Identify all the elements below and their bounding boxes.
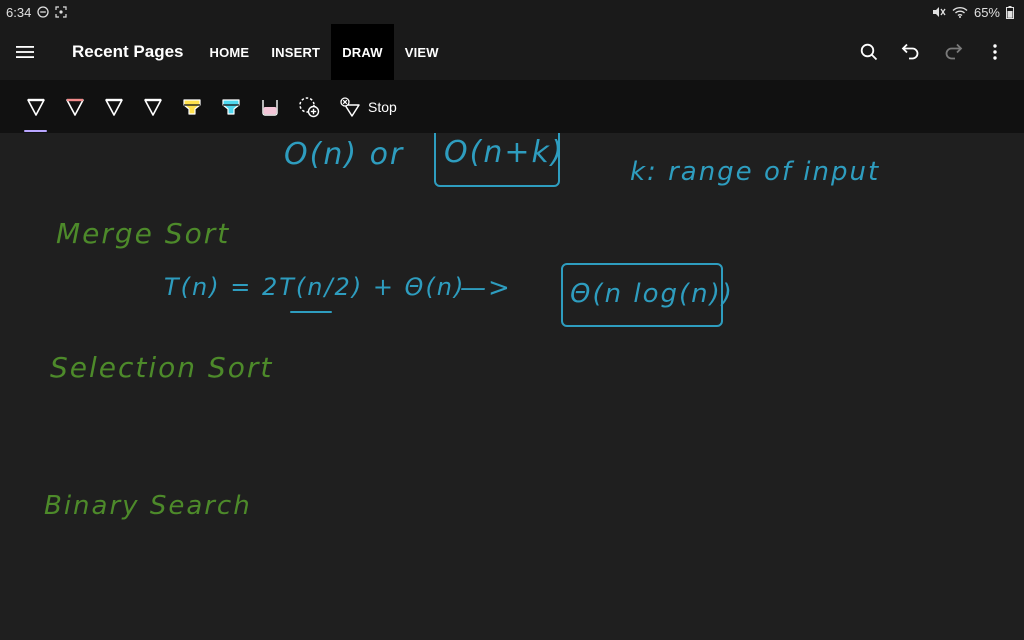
tab-draw[interactable]: DRAW xyxy=(331,24,394,80)
tool-highlighter-pink[interactable] xyxy=(250,80,289,133)
status-left: 6:34 xyxy=(6,5,67,20)
ink-binary-search: Binary Search xyxy=(44,491,252,521)
draw-toolbar: Stop xyxy=(0,80,1024,133)
mute-icon xyxy=(932,6,946,18)
search-button[interactable] xyxy=(848,24,890,80)
tab-view[interactable]: VIEW xyxy=(394,24,450,80)
tool-highlighter-cyan[interactable] xyxy=(211,80,250,133)
pen-icon xyxy=(65,98,84,116)
ink-recurrence: T(n) = 2T(n/2) + Θ(n) xyxy=(164,273,466,301)
battery-percent: 65% xyxy=(973,4,1000,20)
tool-pen-white-2[interactable] xyxy=(94,80,133,133)
hamburger-icon xyxy=(16,46,34,58)
screen-record-icon xyxy=(55,6,67,18)
menu-button[interactable] xyxy=(0,24,50,80)
tab-home[interactable]: HOME xyxy=(199,24,261,80)
ink-merge-sort: Merge Sort xyxy=(56,217,231,250)
search-icon xyxy=(860,43,878,61)
tool-pen-red[interactable] xyxy=(55,80,94,133)
dnd-icon xyxy=(37,6,49,18)
note-canvas[interactable]: O(n) or O(n+k) k: range of input Merge S… xyxy=(0,133,1024,640)
tab-insert[interactable]: INSERT xyxy=(260,24,331,80)
ink-order-n-plus-k: O(n+k) xyxy=(444,135,565,170)
app-header: Recent Pages HOME INSERT DRAW VIEW xyxy=(0,24,1024,80)
lasso-add-icon xyxy=(298,96,319,117)
ink-selection-sort: Selection Sort xyxy=(50,351,274,384)
status-bar: 6:34 65% xyxy=(0,0,1024,24)
status-right: 65% xyxy=(932,5,1014,20)
pen-icon xyxy=(104,98,123,116)
highlighter-icon xyxy=(221,98,240,115)
undo-icon xyxy=(901,43,919,60)
tool-lasso-add[interactable] xyxy=(289,80,328,133)
more-options-button[interactable] xyxy=(974,24,1016,80)
stop-label: Stop xyxy=(368,98,397,115)
stop-pen-icon xyxy=(340,96,360,117)
pen-icon xyxy=(143,98,162,116)
ink-order-n-or: O(n) or xyxy=(284,137,405,172)
redo-button[interactable] xyxy=(932,24,974,80)
wifi-icon xyxy=(952,6,968,18)
ink-arrow: —> xyxy=(460,273,512,303)
status-time: 6:34 xyxy=(6,4,32,20)
battery-icon xyxy=(1006,5,1014,19)
tool-highlighter-yellow[interactable] xyxy=(172,80,211,133)
page-title[interactable]: Recent Pages xyxy=(72,42,184,62)
ink-k-range-of-input: k: range of input xyxy=(630,157,881,187)
redo-icon xyxy=(945,43,963,60)
stop-button[interactable]: Stop xyxy=(340,80,397,133)
highlighter-icon xyxy=(182,98,201,115)
more-vert-icon xyxy=(993,44,997,60)
header-actions xyxy=(848,24,1024,80)
tool-pen-white-3[interactable] xyxy=(133,80,172,133)
pen-icon xyxy=(26,98,45,116)
undo-button[interactable] xyxy=(890,24,932,80)
ink-theta-n-log-n: Θ(n log(n)) xyxy=(570,279,734,309)
ink-underline-n-over-2 xyxy=(290,311,332,313)
tool-pen-white[interactable] xyxy=(16,80,55,133)
marker-icon xyxy=(261,99,278,116)
